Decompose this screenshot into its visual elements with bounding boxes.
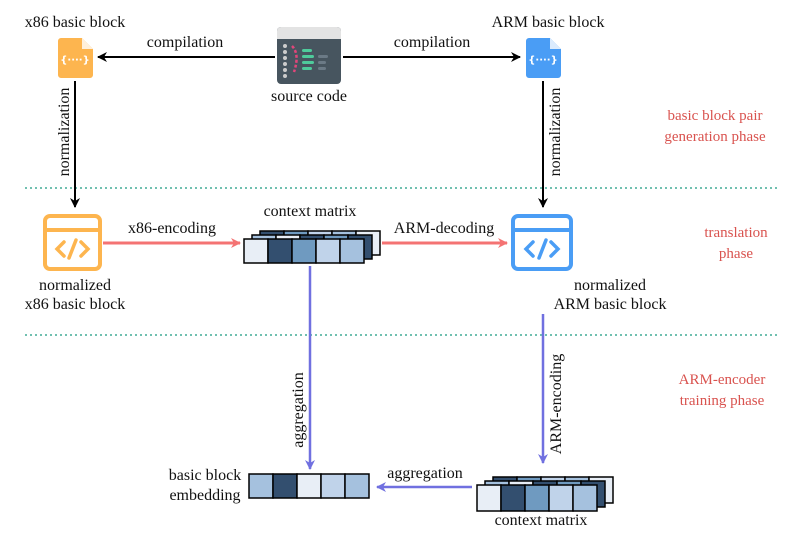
- arm-decoding-label: ARM-decoding: [394, 220, 494, 237]
- matrix-cell: [344, 473, 370, 499]
- matrix-cell: [548, 484, 574, 512]
- phase-label: phase: [719, 246, 753, 262]
- embedding-label: embedding: [169, 487, 240, 504]
- matrix-cell: [500, 484, 526, 512]
- phase-label: basic block pair: [668, 108, 763, 124]
- embedding-label: basic block: [169, 467, 241, 484]
- svg-text:{····}: {····}: [528, 55, 557, 66]
- code-window-icon: [511, 214, 573, 271]
- matrix-cell: [243, 238, 269, 264]
- source-code-window-icon: [277, 27, 341, 84]
- arm-encoding-label: ARM-encoding: [548, 354, 565, 454]
- matrix-cell: [320, 473, 346, 499]
- normalized-x86-label: normalized: [39, 277, 111, 294]
- code-window-icon: [43, 214, 102, 271]
- matrix-cell: [339, 238, 365, 264]
- file-code-icon: {····}: [526, 38, 561, 78]
- phase-label: training phase: [680, 393, 765, 409]
- context-matrix-bottom: [476, 476, 614, 512]
- basic-block-embedding: [248, 473, 370, 499]
- phase-label: translation: [704, 225, 768, 241]
- diagram: x86 basic block ARM basic block {····} {…: [25, 14, 778, 529]
- normalized-x86-label: x86 basic block: [25, 296, 125, 313]
- matrix-cell: [267, 238, 293, 264]
- x86-basic-block-label: x86 basic block: [25, 14, 125, 31]
- matrix-cell: [272, 473, 298, 499]
- compilation-label: compilation: [147, 34, 223, 51]
- matrix-cell: [476, 484, 502, 512]
- matrix-cell: [248, 473, 274, 499]
- context-matrix-label: context matrix: [264, 203, 357, 220]
- context-matrix-top: [243, 230, 381, 264]
- matrix-cell: [572, 484, 598, 512]
- normalized-arm-label: normalized: [574, 277, 646, 294]
- x86-encoding-label: x86-encoding: [128, 220, 216, 237]
- compilation-label: compilation: [394, 34, 470, 51]
- svg-text:{····}: {····}: [60, 55, 89, 66]
- file-code-icon: {····}: [58, 38, 93, 78]
- context-matrix-label: context matrix: [495, 512, 588, 529]
- aggregation-label: aggregation: [387, 465, 463, 482]
- normalized-arm-label: ARM basic block: [554, 296, 667, 313]
- arm-basic-block-label: ARM basic block: [492, 14, 605, 31]
- phase-label: ARM-encoder: [679, 372, 766, 388]
- matrix-cell: [296, 473, 322, 499]
- matrix-cell: [291, 238, 317, 264]
- aggregation-label: aggregation: [290, 372, 307, 448]
- normalization-label: normalization: [547, 88, 564, 177]
- normalization-label: normalization: [56, 88, 73, 177]
- matrix-cell: [524, 484, 550, 512]
- phase-label: generation phase: [664, 129, 766, 145]
- matrix-cell: [315, 238, 341, 264]
- source-code-label: source code: [271, 88, 347, 105]
